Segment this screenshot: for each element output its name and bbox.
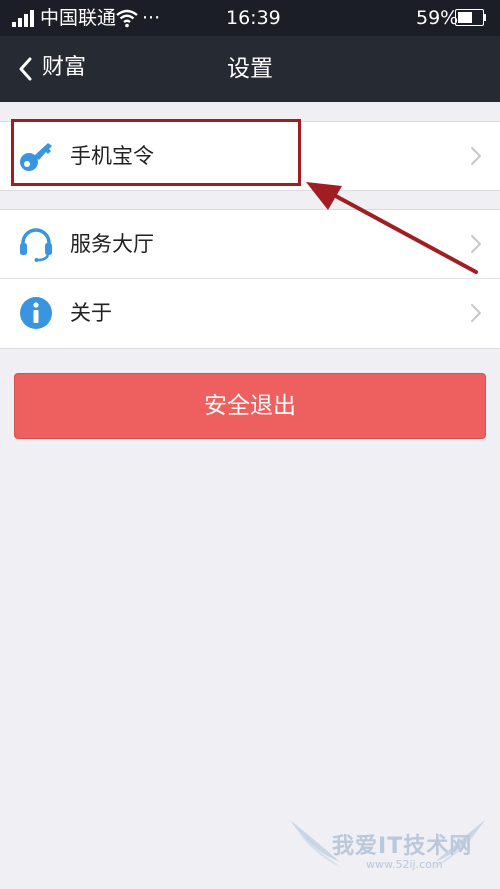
battery-percent: 59% [416,7,459,29]
status-time: 16:39 [226,7,281,29]
watermark: 我爱IT技术网 www.52ij.com [280,810,495,885]
back-label: 财富 [42,55,87,80]
settings-item-label: 关于 [70,301,112,325]
wifi-icon [116,9,138,28]
chevron-right-icon [471,147,481,165]
settings-item-about[interactable]: 关于 [0,279,500,347]
status-bar: 中国联通 ··· 16:39 59% [0,0,500,36]
headset-icon [20,228,52,262]
chevron-left-icon [19,57,32,81]
status-more-dots: ··· [142,7,161,29]
carrier-name: 中国联通 [40,7,117,29]
watermark-text: 我爱IT技术网 [332,834,473,859]
signal-icon [12,10,34,27]
navigation-bar: 财富 设置 [0,36,500,102]
page-title: 设置 [227,56,273,82]
info-icon [20,297,52,329]
battery-fill [458,12,472,23]
battery-icon [455,9,486,26]
annotation-arrow-icon [306,182,478,274]
watermark-url: www.52ij.com [366,858,443,871]
settings-item-label: 服务大厅 [70,232,154,256]
logout-button[interactable]: 安全退出 [14,373,486,439]
back-button[interactable]: 财富 [12,50,112,88]
annotation-highlight-box [11,119,301,186]
chevron-right-icon [471,304,481,322]
